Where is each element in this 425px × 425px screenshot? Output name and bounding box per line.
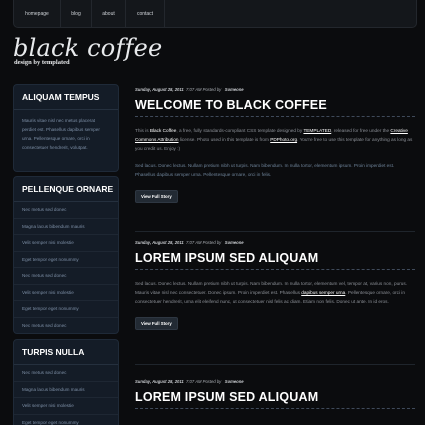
sidebar-link[interactable]: Velit semper nisi molestie bbox=[14, 285, 118, 301]
blog-post: Sunday, August 28, 2011 7:07 AM Posted b… bbox=[135, 240, 415, 330]
post-body-secondary: Sed lacus. Donec lectus. Nullam pretium … bbox=[135, 163, 395, 177]
sidebar-link[interactable]: Eget tempor eget nonummy bbox=[14, 415, 118, 425]
sidebar-box-title: ALIQUAM TEMPUS bbox=[22, 92, 100, 102]
site-title[interactable]: black coffee bbox=[13, 34, 162, 62]
sidebar-link[interactable]: Nec metus sed donec bbox=[14, 268, 118, 285]
post-text: Black Coffee bbox=[149, 128, 177, 133]
post-text: license. Photo used in this template is … bbox=[178, 137, 271, 142]
nav-item-blog[interactable]: blog bbox=[61, 0, 92, 27]
post-title[interactable]: WELCOME TO BLACK COFFEE bbox=[135, 98, 415, 112]
pdphoto-link[interactable]: PDPhoto.org bbox=[270, 137, 297, 142]
sidebar-link[interactable]: Eget tempor eget nonummy bbox=[14, 252, 118, 268]
post-date: Sunday, August 28, 2011 bbox=[135, 87, 184, 92]
post-author[interactable]: Someone bbox=[225, 87, 244, 92]
sidebar-link[interactable]: Nec metus sed donec bbox=[14, 202, 118, 219]
top-navigation: homepage blog about contact bbox=[13, 0, 417, 28]
title-divider bbox=[135, 408, 415, 409]
nav-item-about[interactable]: about bbox=[92, 0, 126, 27]
sidebar-box-turpis: TURPIS NULLA Nec metus sed donec Magna l… bbox=[13, 339, 119, 425]
sidebar-box-aliquam: ALIQUAM TEMPUS Mauris vitae nisl nec met… bbox=[13, 84, 119, 172]
blog-post: Sunday, August 28, 2011 7:07 AM Posted b… bbox=[135, 379, 415, 409]
sidebar-box-title: PELLENQUE ORNARE bbox=[22, 184, 114, 194]
nav-item-contact[interactable]: contact bbox=[126, 0, 165, 27]
nav-item-homepage[interactable]: homepage bbox=[14, 0, 61, 27]
post-meta: Sunday, August 28, 2011 7:07 AM Posted b… bbox=[135, 240, 415, 245]
view-full-story-button[interactable]: View Full Story bbox=[135, 190, 178, 203]
view-full-story-button[interactable]: View Full Story bbox=[135, 317, 178, 330]
post-date: Sunday, August 28, 2011 bbox=[135, 240, 184, 245]
post-separator bbox=[135, 231, 415, 232]
post-time: 7:07 AM Posted by bbox=[186, 379, 222, 384]
post-date: Sunday, August 28, 2011 bbox=[135, 379, 184, 384]
post-text: , released for free under the bbox=[331, 128, 391, 133]
post-title[interactable]: LOREM IPSUM SED ALIQUAM bbox=[135, 390, 415, 404]
post-time: 7:07 AM Posted by bbox=[186, 240, 222, 245]
sidebar-link[interactable]: Eget tempor eget nonummy bbox=[14, 301, 118, 318]
dapibus-link[interactable]: dapibus semper urna bbox=[301, 290, 345, 295]
sidebar-link[interactable]: Nec metus sed donec bbox=[14, 365, 118, 382]
post-text: This is bbox=[135, 128, 150, 133]
sidebar-link[interactable]: Nec metus sed donec bbox=[14, 318, 118, 335]
sidebar-link[interactable]: Magna lacus bibendum mauris bbox=[14, 382, 118, 398]
post-separator bbox=[135, 364, 415, 365]
sidebar-link-list: Nec metus sed donec Magna lacus bibendum… bbox=[14, 365, 118, 425]
templated-link[interactable]: TEMPLATED bbox=[303, 128, 331, 133]
sidebar-link[interactable]: Velit semper nisi molestie bbox=[14, 235, 118, 252]
site-tagline[interactable]: design by templated bbox=[14, 59, 70, 66]
sidebar-link[interactable]: Magna lacus bibendum mauris bbox=[14, 219, 118, 235]
post-body: Sed lacus. Donec lectus. Nullam pretium … bbox=[135, 279, 415, 306]
sidebar-box-pellenque: PELLENQUE ORNARE Nec metus sed donec Mag… bbox=[13, 176, 119, 334]
post-time: 7:07 AM Posted by bbox=[186, 87, 222, 92]
post-meta: Sunday, August 28, 2011 7:07 AM Posted b… bbox=[135, 379, 415, 384]
post-title[interactable]: LOREM IPSUM SED ALIQUAM bbox=[135, 251, 415, 265]
title-divider bbox=[135, 116, 415, 117]
post-author[interactable]: Someone bbox=[225, 240, 244, 245]
post-meta: Sunday, August 28, 2011 7:07 AM Posted b… bbox=[135, 87, 415, 92]
post-body: This is Black Coffee, a free, fully stan… bbox=[135, 126, 415, 153]
sidebar-link[interactable]: Velit semper nisi molestie bbox=[14, 398, 118, 415]
post-text: , a free, fully standards-compliant CSS … bbox=[176, 128, 304, 133]
sidebar-link-list: Nec metus sed donec Magna lacus bibendum… bbox=[14, 202, 118, 334]
post-author[interactable]: Someone bbox=[225, 379, 244, 384]
sidebar-box-title: TURPIS NULLA bbox=[22, 347, 85, 357]
sidebar-box-text: Mauris vitae nisl nec metus placerat per… bbox=[22, 118, 100, 150]
title-divider bbox=[135, 269, 415, 270]
blog-post: Sunday, August 28, 2011 7:07 AM Posted b… bbox=[135, 87, 415, 203]
